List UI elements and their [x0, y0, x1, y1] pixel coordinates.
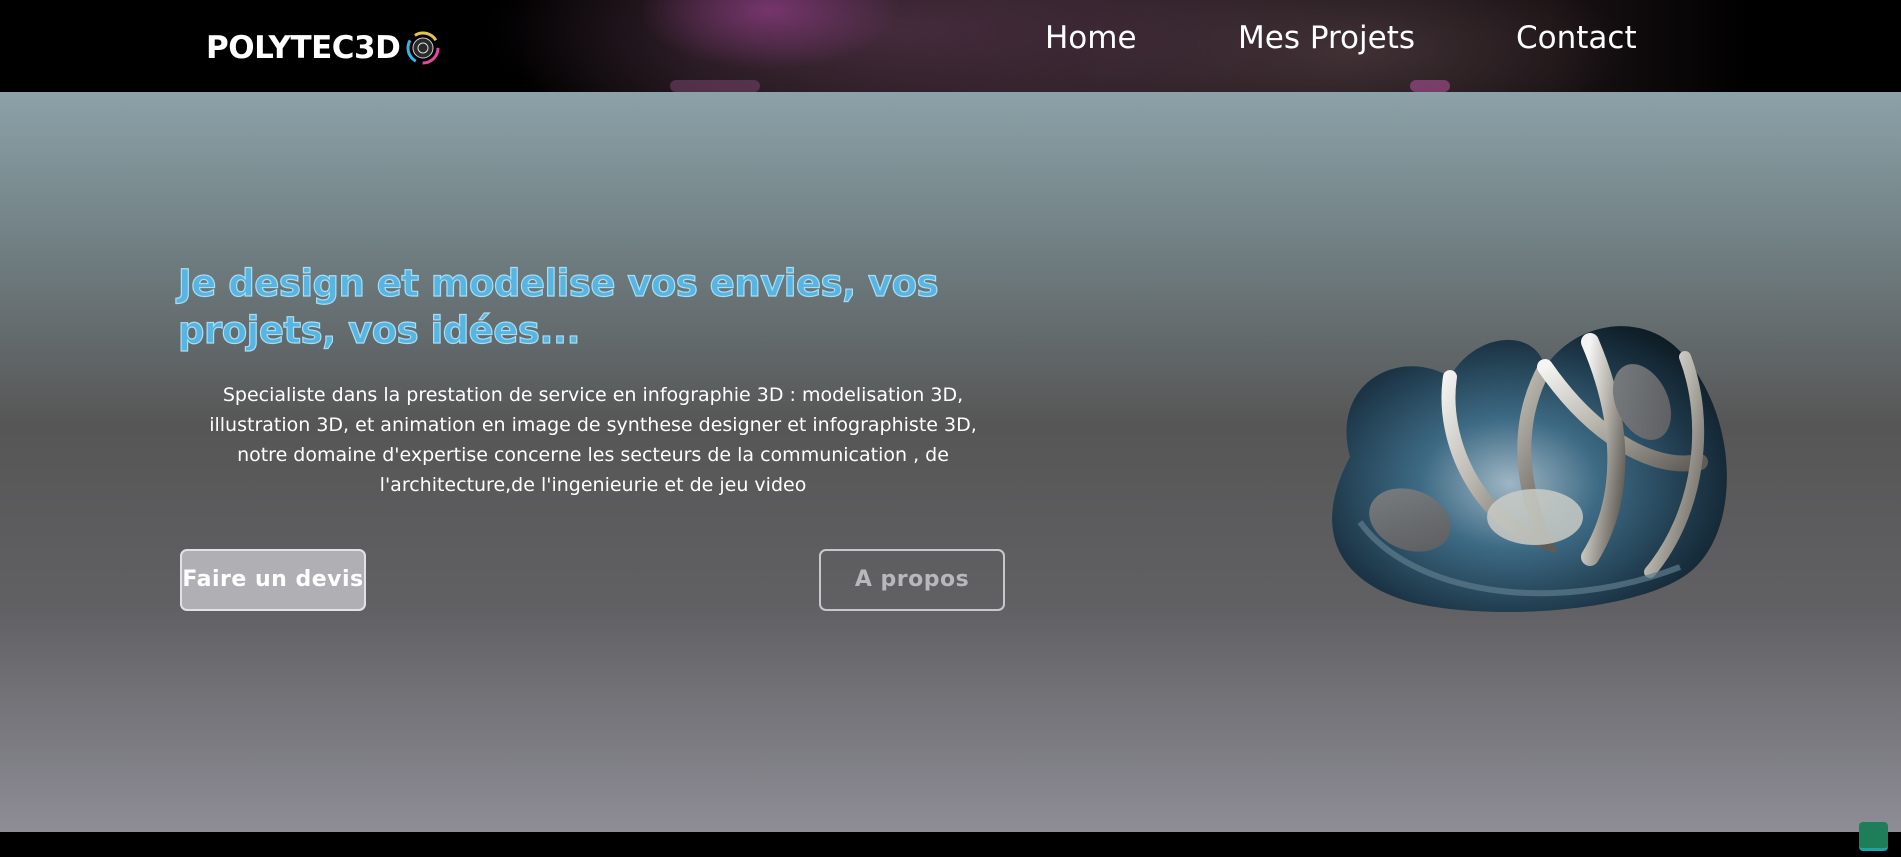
footer-bar — [0, 832, 1901, 857]
hero-title: Je design et modelise vos envies, vos pr… — [177, 261, 939, 352]
abstract-3d-sculpture — [1332, 326, 1727, 612]
about-button[interactable]: A propos — [819, 549, 1005, 611]
nav-home-link[interactable]: Home — [1045, 20, 1137, 56]
nav-contact-link[interactable]: Contact — [1516, 20, 1637, 56]
main-nav: Home Mes Projets Contact — [0, 20, 1901, 60]
quote-button[interactable]: Faire un devis — [180, 549, 366, 611]
hero-section: Je design et modelise vos envies, vos pr… — [0, 92, 1901, 832]
navbar: POLYTEC3D Home Mes Projets Contact — [0, 0, 1901, 92]
nav-projects-link[interactable]: Mes Projets — [1238, 20, 1415, 56]
chat-widget-icon[interactable] — [1859, 822, 1888, 851]
navbar-background-detail — [1410, 80, 1450, 92]
navbar-background-detail — [670, 80, 760, 92]
hero-description: Specialiste dans la prestation de servic… — [209, 384, 977, 496]
